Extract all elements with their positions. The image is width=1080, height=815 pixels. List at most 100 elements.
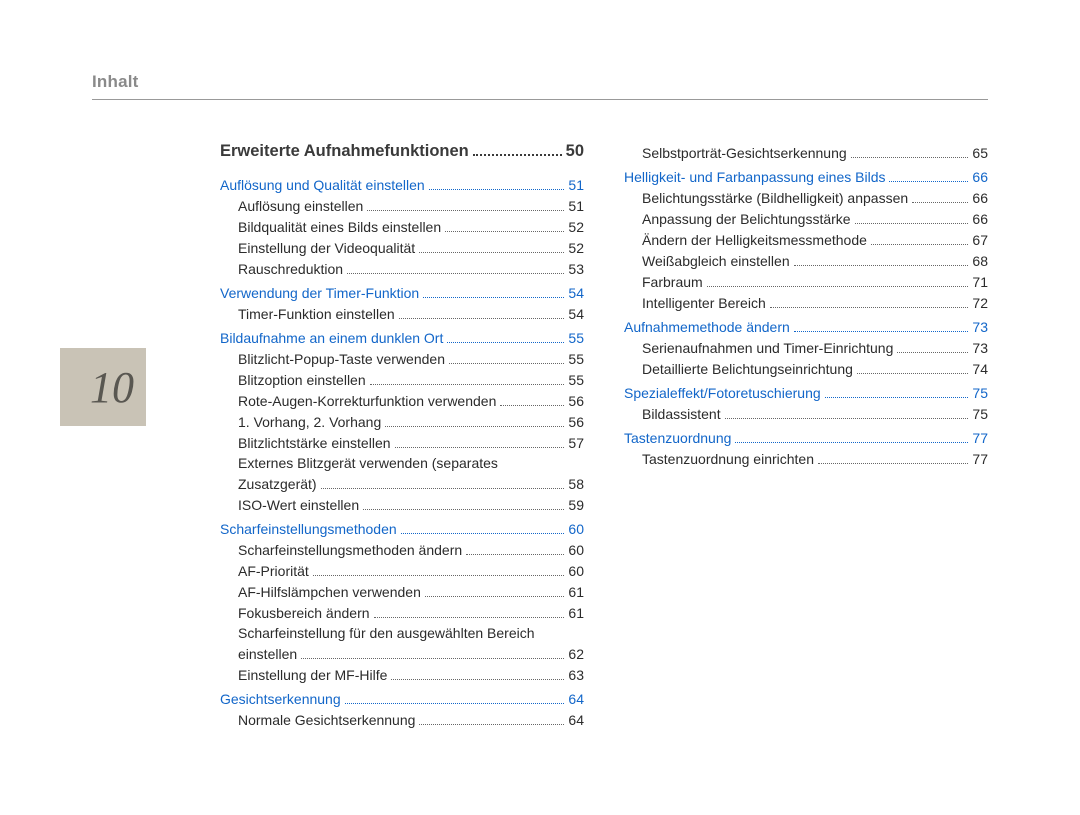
toc-sub-entry[interactable]: Belichtungsstärke (Bildhelligkeit) anpas…: [624, 188, 988, 208]
toc-sub-entry[interactable]: Blitzoption einstellen55: [220, 370, 584, 390]
toc-sub-entry[interactable]: Auflösung einstellen51: [220, 196, 584, 216]
toc-sub-entry[interactable]: Tastenzuordnung einrichten77: [624, 449, 988, 469]
toc-sub-entry[interactable]: Blitzlicht-Popup-Taste verwenden55: [220, 349, 584, 369]
toc-sub-page: 57: [568, 433, 584, 453]
leader-dots: [321, 488, 565, 489]
toc-sub-entry[interactable]: Ändern der Helligkeitsmessmethode 67: [624, 230, 988, 250]
leader-dots: [871, 244, 969, 245]
toc-sub-entry[interactable]: Scharfeinstellungsmethoden ändern60: [220, 540, 584, 560]
toc-column-right: Selbstporträt-Gesichtserkennung65 Helligk…: [624, 142, 988, 785]
toc-sub-label: Ändern der Helligkeitsmessmethode: [624, 230, 867, 250]
leader-dots: [449, 363, 564, 364]
toc-sub-entry[interactable]: Bildassistent75: [624, 404, 988, 424]
toc-sub-entry[interactable]: Scharfeinstellung für den ausgewählten B…: [220, 623, 584, 643]
toc-section-entry[interactable]: Verwendung der Timer-Funktion54: [220, 283, 584, 303]
page-number-tab: 10: [60, 348, 146, 426]
toc-sub-label: Scharfeinstellungsmethoden ändern: [220, 540, 462, 560]
toc-content: Erweiterte Aufnahmefunktionen 50 Auflösu…: [220, 142, 988, 785]
toc-sub-entry[interactable]: Externes Blitzgerät verwenden (separates: [220, 453, 584, 473]
toc-sub-label: Blitzlicht-Popup-Taste verwenden: [220, 349, 445, 369]
toc-sub-entry[interactable]: Rauschreduktion53: [220, 259, 584, 279]
toc-sub-entry[interactable]: Selbstporträt-Gesichtserkennung65: [624, 143, 988, 163]
toc-section-page: 75: [972, 383, 988, 403]
toc-sub-label: Zusatzgerät): [220, 474, 317, 494]
toc-sub-entry[interactable]: Detaillierte Belichtungseinrichtung74: [624, 359, 988, 379]
toc-section-entry[interactable]: Spezialeffekt/Fotoretuschierung75: [624, 383, 988, 403]
toc-sub-label: Anpassung der Belichtungsstärke: [624, 209, 851, 229]
leader-dots: [725, 418, 969, 419]
toc-section-entry[interactable]: Aufnahmemethode ändern73: [624, 317, 988, 337]
toc-sub-entry[interactable]: Normale Gesichtserkennung64: [220, 710, 584, 730]
toc-sub-entry[interactable]: Einstellung der Videoqualität52: [220, 238, 584, 258]
toc-sub-page: 52: [568, 217, 584, 237]
toc-section-entry[interactable]: Gesichtserkennung64: [220, 689, 584, 709]
leader-dots: [851, 157, 969, 158]
leader-dots: [313, 575, 565, 576]
leader-dots: [419, 724, 564, 725]
toc-sub-label: Rote-Augen-Korrekturfunktion verwenden: [220, 391, 496, 411]
toc-section-page: 60: [568, 519, 584, 539]
toc-section-entry[interactable]: Tastenzuordnung 77: [624, 428, 988, 448]
toc-sub-label: 1. Vorhang, 2. Vorhang: [220, 412, 381, 432]
toc-sub-label: Einstellung der Videoqualität: [220, 238, 415, 258]
toc-sub-label: Bildqualität eines Bilds einstellen: [220, 217, 441, 237]
toc-sub-label: Einstellung der MF-Hilfe: [220, 665, 387, 685]
toc-sub-label: Blitzlichtstärke einstellen: [220, 433, 391, 453]
toc-sub-page: 60: [568, 561, 584, 581]
toc-sub-label: Detaillierte Belichtungseinrichtung: [624, 359, 853, 379]
toc-sub-entry[interactable]: Weißabgleich einstellen68: [624, 251, 988, 271]
toc-column-left: Erweiterte Aufnahmefunktionen 50 Auflösu…: [220, 142, 584, 785]
toc-sub-entry[interactable]: Timer-Funktion einstellen54: [220, 304, 584, 324]
toc-sub-label: AF-Hilfslämpchen verwenden: [220, 582, 421, 602]
page: Inhalt 10 Erweiterte Aufnahmefunktionen …: [0, 0, 1080, 815]
toc-sub-entry[interactable]: Serienaufnahmen und Timer-Einrichtung73: [624, 338, 988, 358]
page-number: 10: [90, 362, 134, 413]
toc-sub-entry[interactable]: Blitzlichtstärke einstellen 57: [220, 433, 584, 453]
leader-dots: [912, 202, 968, 203]
toc-sub-entry[interactable]: Bildqualität eines Bilds einstellen 52: [220, 217, 584, 237]
toc-sub-entry[interactable]: Einstellung der MF-Hilfe 63: [220, 665, 584, 685]
toc-sub-entry-continued[interactable]: Zusatzgerät) 58: [220, 474, 584, 494]
toc-section-label: Tastenzuordnung: [624, 428, 731, 448]
toc-sub-page: 75: [972, 404, 988, 424]
toc-sub-label: Rauschreduktion: [220, 259, 343, 279]
toc-section-entry[interactable]: Bildaufnahme an einem dunklen Ort55: [220, 328, 584, 348]
toc-sub-entry[interactable]: 1. Vorhang, 2. Vorhang56: [220, 412, 584, 432]
leader-dots: [473, 154, 562, 156]
toc-section-entry[interactable]: Helligkeit- und Farbanpassung eines Bild…: [624, 167, 988, 187]
toc-sub-entry[interactable]: Rote-Augen-Korrekturfunktion verwenden56: [220, 391, 584, 411]
leader-dots: [399, 318, 565, 319]
toc-sub-label: Normale Gesichtserkennung: [220, 710, 415, 730]
toc-section-page: 66: [972, 167, 988, 187]
toc-section-page: 55: [568, 328, 584, 348]
toc-sub-page: 58: [568, 474, 584, 494]
toc-section-page: 77: [972, 428, 988, 448]
toc-sub-entry[interactable]: Fokusbereich ändern61: [220, 603, 584, 623]
toc-sub-entry[interactable]: AF-Hilfslämpchen verwenden61: [220, 582, 584, 602]
toc-sub-entry[interactable]: Intelligenter Bereich72: [624, 293, 988, 313]
leader-dots: [347, 273, 564, 274]
toc-sub-page: 77: [972, 449, 988, 469]
toc-sub-page: 66: [972, 188, 988, 208]
toc-sub-entry[interactable]: AF-Priorität60: [220, 561, 584, 581]
toc-sub-page: 67: [972, 230, 988, 250]
leader-dots: [445, 231, 564, 232]
chapter-entry[interactable]: Erweiterte Aufnahmefunktionen 50: [220, 142, 584, 161]
toc-section-entry[interactable]: Auflösung und Qualität einstellen51: [220, 175, 584, 195]
toc-sub-page: 71: [972, 272, 988, 292]
leader-dots: [857, 373, 969, 374]
leader-dots: [429, 189, 565, 190]
toc-sub-page: 63: [568, 665, 584, 685]
toc-sub-entry-continued[interactable]: einstellen62: [220, 644, 584, 664]
toc-section-page: 54: [568, 283, 584, 303]
leader-dots: [345, 703, 565, 704]
toc-sub-entry[interactable]: Farbraum71: [624, 272, 988, 292]
toc-sub-label: Auflösung einstellen: [220, 196, 363, 216]
toc-sub-entry[interactable]: Anpassung der Belichtungsstärke66: [624, 209, 988, 229]
chapter-page: 50: [566, 142, 584, 161]
toc-sub-entry[interactable]: ISO-Wert einstellen59: [220, 495, 584, 515]
leader-dots: [423, 297, 564, 298]
toc-sub-label: einstellen: [220, 644, 297, 664]
toc-section-entry[interactable]: Scharfeinstellungsmethoden60: [220, 519, 584, 539]
toc-sub-page: 59: [568, 495, 584, 515]
